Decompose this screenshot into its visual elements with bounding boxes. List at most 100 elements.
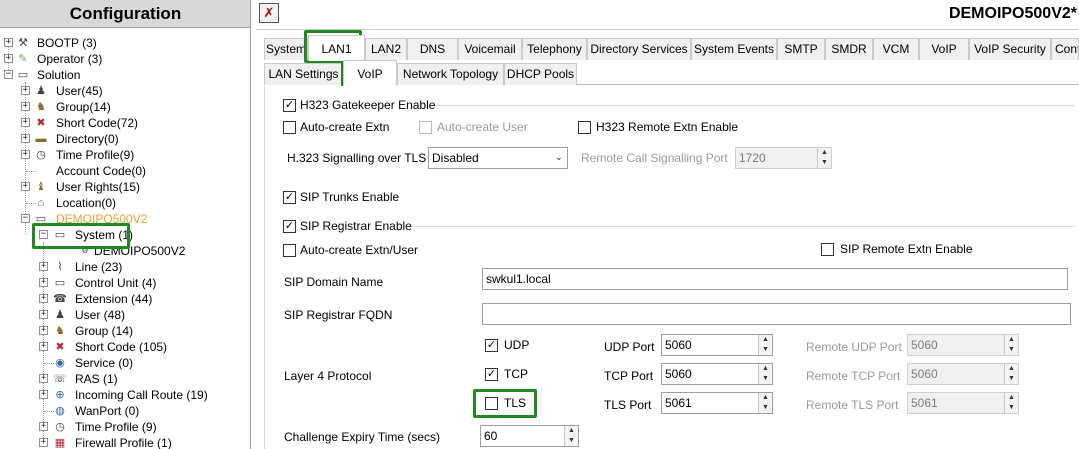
remote-udp-port-input[interactable]: 5060 ▲ ▼	[907, 334, 1019, 356]
tree-item-label: Extension (44)	[75, 292, 153, 306]
spin-down-icon[interactable]: ▼	[759, 374, 772, 384]
spin-up-icon[interactable]: ▲	[759, 393, 772, 403]
h323-remote-extn-checkbox[interactable]	[578, 121, 591, 134]
sip-remote-extn-checkbox[interactable]	[821, 243, 834, 256]
expand-icon[interactable]: +	[39, 262, 48, 271]
h323-gatekeeper-checkbox[interactable]: ✓	[283, 99, 296, 112]
tcp-port-input[interactable]: 5060 ▲ ▼	[661, 363, 773, 385]
tab-lan-settings[interactable]: LAN Settings	[264, 63, 343, 85]
collapse-icon[interactable]: −	[39, 230, 48, 239]
expand-icon[interactable]: +	[21, 86, 30, 95]
tab-directory-services[interactable]: Directory Services	[587, 38, 691, 60]
udp-label: UDP	[504, 338, 530, 352]
expand-icon[interactable]: +	[21, 134, 30, 143]
remote-call-signalling-port-input[interactable]: 1720 ▲ ▼	[735, 147, 832, 169]
expand-icon[interactable]: +	[4, 38, 13, 47]
spin-up-icon[interactable]: ▲	[759, 364, 772, 374]
tab-voip-settings[interactable]: VoIP	[343, 60, 397, 86]
spin-up-icon[interactable]: ▲	[818, 148, 831, 158]
expand-icon[interactable]: +	[39, 278, 48, 287]
spin-up-icon[interactable]: ▲	[1005, 335, 1018, 345]
expand-icon[interactable]: +	[39, 326, 48, 335]
tls-checkbox[interactable]	[485, 397, 498, 410]
tab-dns[interactable]: DNS	[407, 38, 458, 60]
expand-icon[interactable]: +	[39, 422, 48, 431]
h323-signalling-dropdown[interactable]: Disabled ⌄	[428, 147, 568, 169]
tab-vcm[interactable]: VCM	[873, 38, 919, 60]
expand-icon[interactable]: +	[39, 374, 48, 383]
spin-down-icon[interactable]: ▼	[818, 158, 831, 168]
expand-icon[interactable]: +	[39, 294, 48, 303]
system-icon: ▭	[54, 229, 66, 241]
spin-down-icon[interactable]: ▼	[759, 403, 772, 413]
expand-icon[interactable]: +	[39, 310, 48, 319]
sip-registrar-checkbox[interactable]: ✓	[283, 220, 296, 233]
expand-icon[interactable]: +	[39, 390, 48, 399]
tab-dhcp-pools[interactable]: DHCP Pools	[504, 63, 577, 85]
spin-down-icon[interactable]: ▼	[1005, 345, 1018, 355]
tab-smdr[interactable]: SMDR	[825, 38, 873, 60]
firewall-profile-icon: ▦	[54, 437, 66, 449]
voip-settings-form: ✓ H323 Gatekeeper Enable Auto-create Ext…	[264, 86, 1079, 449]
port-spinner[interactable]: ▲ ▼	[1004, 335, 1018, 355]
port-spinner[interactable]: ▲ ▼	[758, 393, 772, 413]
collapse-icon[interactable]: −	[4, 70, 13, 79]
solution-icon: ▭	[17, 69, 29, 81]
spin-up-icon[interactable]: ▲	[565, 426, 578, 436]
tab-system[interactable]: System	[264, 38, 308, 60]
tab-contact[interactable]: Contact	[1051, 38, 1079, 60]
sip-trunks-checkbox[interactable]: ✓	[283, 191, 296, 204]
tab-system-events[interactable]: System Events	[691, 38, 777, 60]
port-spinner[interactable]: ▲ ▼	[758, 335, 772, 355]
port-spinner[interactable]: ▲ ▼	[758, 364, 772, 384]
tab-lan1[interactable]: LAN1	[308, 35, 365, 61]
tab-voicemail[interactable]: Voicemail	[458, 38, 522, 60]
tab-network-topology[interactable]: Network Topology	[397, 63, 504, 85]
expand-icon[interactable]: +	[21, 118, 30, 127]
spin-down-icon[interactable]: ▼	[1005, 374, 1018, 384]
spin-up-icon[interactable]: ▲	[1005, 364, 1018, 374]
spin-down-icon[interactable]: ▼	[565, 436, 578, 446]
remote-tcp-port-input[interactable]: 5060 ▲ ▼	[907, 363, 1019, 385]
user-rights-icon: ♝	[36, 181, 46, 193]
tcp-checkbox[interactable]: ✓	[485, 368, 498, 381]
auto-create-extn-checkbox[interactable]	[283, 121, 296, 134]
expand-icon[interactable]: +	[39, 438, 48, 447]
tab-telephony[interactable]: Telephony	[522, 38, 587, 60]
expand-icon[interactable]: +	[4, 54, 13, 63]
expiry-spinner[interactable]: ▲ ▼	[564, 426, 578, 446]
tab-smtp[interactable]: SMTP	[777, 38, 825, 60]
udp-port-input[interactable]: 5060 ▲ ▼	[661, 334, 773, 356]
tab-voip[interactable]: VoIP	[919, 38, 969, 60]
udp-checkbox[interactable]: ✓	[485, 339, 498, 352]
tree-title: Configuration	[0, 0, 250, 28]
port-spinner[interactable]: ▲ ▼	[1004, 393, 1018, 413]
remote-tls-port-input[interactable]: 5061 ▲ ▼	[907, 392, 1019, 414]
expand-icon[interactable]: +	[39, 342, 48, 351]
expand-icon[interactable]: +	[21, 182, 30, 191]
tcp-label: TCP	[504, 367, 528, 381]
tab-lan2[interactable]: LAN2	[365, 38, 407, 60]
port-spinner[interactable]: ▲ ▼	[1004, 364, 1018, 384]
tree-item-label: Time Profile (9)	[75, 420, 157, 434]
sip-domain-name-input[interactable]: swkul1.local	[482, 268, 1068, 290]
expand-icon[interactable]: +	[21, 102, 30, 111]
port-spinner[interactable]: ▲ ▼	[817, 148, 831, 168]
tls-port-input[interactable]: 5061 ▲ ▼	[661, 392, 773, 414]
collapse-icon[interactable]: −	[21, 214, 30, 223]
spin-down-icon[interactable]: ▼	[1005, 403, 1018, 413]
tree-item-label: Time Profile(9)	[56, 148, 135, 162]
spin-up-icon[interactable]: ▲	[1005, 393, 1018, 403]
auto-create-extn-user-checkbox[interactable]	[283, 244, 296, 257]
spin-up-icon[interactable]: ▲	[759, 335, 772, 345]
extension-icon: ☎	[53, 293, 67, 305]
tab-voip-security[interactable]: VoIP Security	[969, 38, 1051, 60]
auto-create-user-label: Auto-create User	[437, 120, 528, 134]
expand-icon[interactable]: +	[21, 150, 30, 159]
time-profile-icon: ◷	[55, 421, 65, 433]
auto-create-user-checkbox[interactable]	[419, 121, 432, 134]
sip-registrar-fqdn-input[interactable]	[482, 303, 1071, 325]
tree-item-label: DEMOIPO500V2	[56, 212, 148, 226]
challenge-expiry-input[interactable]: 60 ▲ ▼	[480, 425, 579, 447]
spin-down-icon[interactable]: ▼	[759, 345, 772, 355]
